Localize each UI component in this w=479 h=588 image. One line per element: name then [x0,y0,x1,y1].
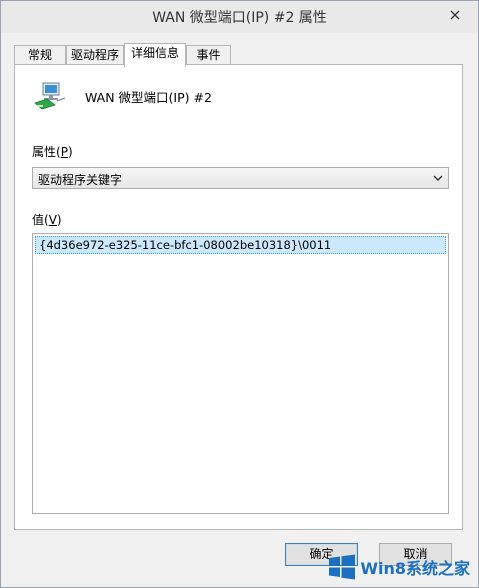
details-panel: WAN 微型端口(IP) #2 属性(P) 驱动程序关键字 值(V) {4d36… [14,64,463,530]
property-label-key: P [60,145,68,159]
value-listbox[interactable]: {4d36e972-e325-11ce-bfc1-08002be10318}\0… [32,233,449,514]
property-selected-value: 驱动程序关键字 [38,173,123,187]
list-item[interactable]: {4d36e972-e325-11ce-bfc1-08002be10318}\0… [35,236,446,254]
tab-details[interactable]: 详细信息 [124,43,186,67]
property-label: 属性(P) [32,143,73,160]
windows-logo-icon [329,554,356,580]
value-label-suffix: ) [56,213,62,227]
watermark-text: Win8系统之家 [360,559,470,578]
close-icon [450,10,460,20]
property-label-suffix: ) [67,145,73,159]
tab-events[interactable]: 事件 [186,45,231,66]
property-dropdown[interactable]: 驱动程序关键字 [32,167,449,189]
title-bar[interactable]: WAN 微型端口(IP) #2 属性 [1,1,478,33]
value-label: 值(V) [32,211,62,228]
property-label-prefix: 属性( [32,145,61,159]
network-adapter-icon [34,82,66,110]
chevron-down-icon [433,175,443,181]
close-button[interactable] [446,6,464,24]
properties-dialog: WAN 微型端口(IP) #2 属性 常规 驱动程序 详细信息 事件 WAN 微… [0,0,479,588]
tab-general[interactable]: 常规 [14,45,66,66]
tab-driver[interactable]: 驱动程序 [66,45,124,66]
device-name: WAN 微型端口(IP) #2 [85,90,212,105]
value-label-key: V [48,213,57,227]
value-label-prefix: 值( [32,213,49,227]
window-title: WAN 微型端口(IP) #2 属性 [152,10,327,26]
watermark: Win8系统之家 [328,553,470,581]
